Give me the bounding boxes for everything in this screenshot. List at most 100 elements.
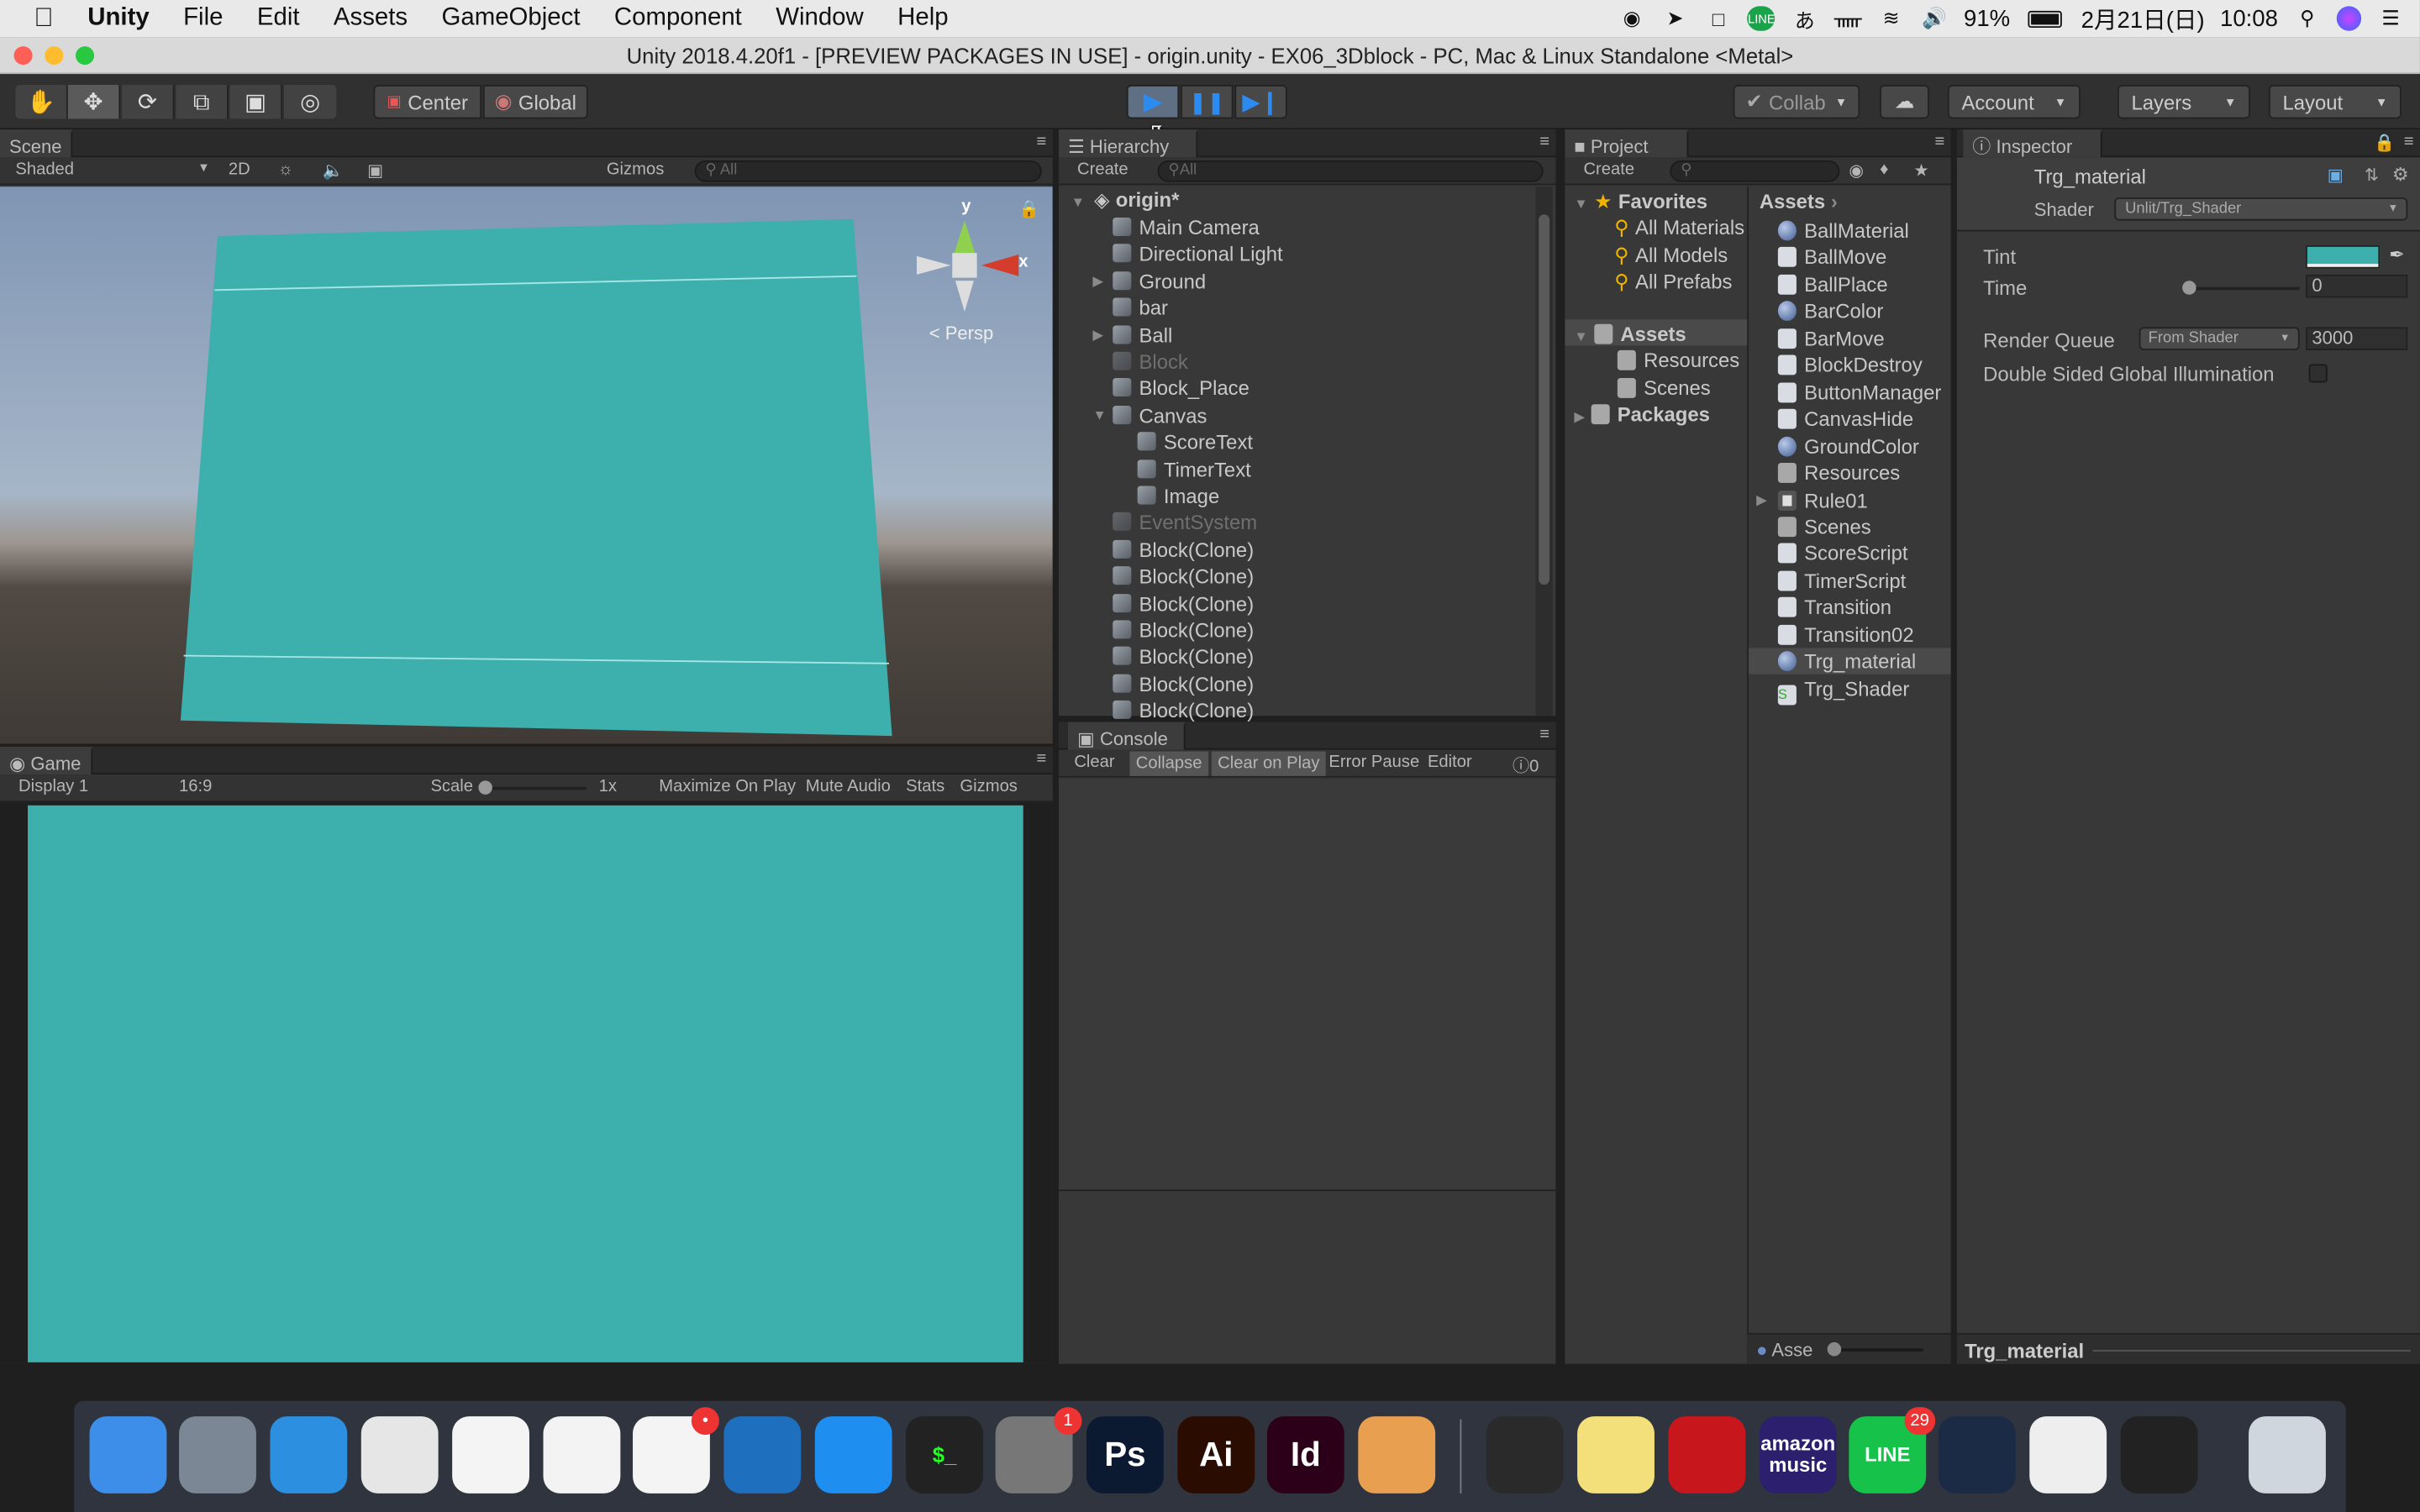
safari-icon[interactable] xyxy=(270,1416,348,1494)
move-tool-icon[interactable]: ✥ xyxy=(67,85,121,119)
scene-root-row[interactable]: ▼ ◈ origin* xyxy=(1071,186,1180,213)
console-editor-dropdown[interactable]: Editor xyxy=(1428,753,1472,771)
console-collapse-toggle[interactable]: Collapse xyxy=(1129,751,1208,776)
hierarchy-item[interactable]: Block(Clone) xyxy=(1113,698,1254,724)
gizmo-center-cube[interactable] xyxy=(952,253,977,278)
search-by-type-icon[interactable]: ◉ xyxy=(1849,160,1864,181)
time-slider[interactable] xyxy=(2182,281,2300,295)
tab-inspector[interactable]: ⓘ Inspector xyxy=(1963,129,2102,158)
hierarchy-item[interactable]: Block(Clone) xyxy=(1113,644,1254,670)
trash-icon[interactable] xyxy=(2249,1416,2326,1494)
menubar-time[interactable]: 10:08 xyxy=(2220,5,2278,31)
scale-slider-thumb[interactable] xyxy=(478,780,492,795)
2d-toggle[interactable]: 2D xyxy=(229,160,250,179)
hierarchy-item[interactable]: Image xyxy=(1137,483,1219,509)
packages-row[interactable]: ▶ Packages xyxy=(1574,402,1709,428)
asset-item[interactable]: S Trg_Shader xyxy=(1777,675,1909,705)
asset-item[interactable]: GroundColor xyxy=(1777,433,1919,459)
play-button[interactable]: ▶ xyxy=(1126,85,1180,119)
hierarchy-scrollbar[interactable] xyxy=(1535,186,1553,717)
asset-item[interactable]: Rule01 xyxy=(1777,486,1868,512)
pivot-global-button[interactable]: ◉ Global xyxy=(482,85,588,119)
collapse-arrow-icon[interactable]: ▶ xyxy=(1574,409,1585,424)
asset-item[interactable]: CanvasHide xyxy=(1777,406,1913,432)
gizmo-x-cone[interactable] xyxy=(981,255,1019,276)
persp-label[interactable]: < Persp xyxy=(929,323,994,344)
maximize-on-play-toggle[interactable]: Maximize On Play xyxy=(659,778,796,796)
project-create-dropdown[interactable]: Create xyxy=(1583,160,1634,179)
tint-color-swatch[interactable] xyxy=(2306,245,2381,269)
hierarchy-search-input[interactable]: ⚲All xyxy=(1157,160,1544,182)
console-clear-button[interactable]: Clear xyxy=(1074,753,1114,771)
photos-icon[interactable] xyxy=(452,1416,529,1494)
asset-item[interactable]: BlockDestroy xyxy=(1777,352,1923,378)
record-status-icon[interactable]: ◉ xyxy=(1618,6,1646,30)
preset-icon[interactable]: ⇅ xyxy=(2365,165,2379,185)
scene-search-input[interactable]: ⚲ All xyxy=(694,160,1042,182)
console-log-area[interactable] xyxy=(1058,779,1556,1190)
pivot-center-button[interactable]: ▣ Center xyxy=(373,85,482,119)
shader-dropdown[interactable]: Unlit/Trg_Shader ▼ xyxy=(2114,197,2408,221)
inspector-preview-header[interactable]: Trg_material xyxy=(1956,1332,2420,1364)
assets-folder-scenes[interactable]: Scenes xyxy=(1617,375,1711,401)
activity-monitor-icon[interactable] xyxy=(1486,1416,1564,1494)
hierarchy-item[interactable]: Main Camera xyxy=(1113,214,1260,240)
lighting-toggle-icon[interactable]: ☼ xyxy=(278,160,294,179)
lock-icon[interactable]: 🔒 xyxy=(2374,133,2395,153)
layers-dropdown[interactable]: Layers ▼ xyxy=(2117,85,2250,119)
window-minimize-icon[interactable] xyxy=(45,46,64,66)
menu-assets[interactable]: Assets xyxy=(317,5,425,33)
rect-tool-icon[interactable]: ▣ xyxy=(229,85,283,119)
launchpad-icon[interactable] xyxy=(179,1416,256,1494)
project-search-input[interactable]: ⚲ xyxy=(1670,160,1840,182)
illustrator-icon[interactable]: Ai xyxy=(1177,1416,1255,1494)
spotlight-search-icon[interactable]: ⚲ xyxy=(2293,6,2321,30)
asset-item[interactable]: ButtonManager xyxy=(1777,379,1941,405)
window-close-icon[interactable] xyxy=(13,46,33,66)
hand-tool-icon[interactable]: ✋ xyxy=(15,85,68,119)
collapse-arrow-icon[interactable]: ▶ xyxy=(1756,486,1767,512)
cookie-app-icon[interactable] xyxy=(1358,1416,1436,1494)
display-dropdown[interactable]: Display 1 xyxy=(18,778,88,796)
gear-icon[interactable]: ⚙ xyxy=(2392,164,2409,186)
gizmo-negy-cone[interactable] xyxy=(955,281,974,312)
help-book-icon[interactable]: ▣ xyxy=(2328,165,2344,185)
hierarchy-item[interactable]: Block xyxy=(1113,349,1188,375)
tab-project[interactable]: ■ Project xyxy=(1565,129,1689,158)
console-info-count[interactable]: ⓘ0 xyxy=(1512,753,1539,777)
menu-component[interactable]: Component xyxy=(597,5,759,33)
bluetooth-icon[interactable]: ᚅ xyxy=(1834,6,1862,30)
scene-gizmos-dropdown[interactable]: Gizmos xyxy=(607,160,664,179)
battery-icon[interactable] xyxy=(2026,6,2066,30)
favorite-star-icon[interactable]: ★ xyxy=(1914,160,1929,181)
tab-game[interactable]: ◉ Game xyxy=(0,746,92,775)
notification-center-icon[interactable]: ☰ xyxy=(2377,6,2405,30)
vscode-icon[interactable] xyxy=(723,1416,802,1494)
favorite-all-materials[interactable]: ⚲ All Materials xyxy=(1614,214,1744,240)
audio-toggle-icon[interactable]: 🔈 xyxy=(323,160,344,181)
game-gizmos-dropdown[interactable]: Gizmos xyxy=(960,778,1017,796)
menu-gameobject[interactable]: GameObject xyxy=(424,5,597,33)
hierarchy-item[interactable]: Block(Clone) xyxy=(1113,564,1254,590)
time-slider-thumb[interactable] xyxy=(2182,281,2196,295)
menu-edit[interactable]: Edit xyxy=(240,5,317,33)
send-status-icon[interactable]: ➤ xyxy=(1661,6,1689,30)
asset-item[interactable]: Resources xyxy=(1777,459,1900,486)
project-breadcrumb[interactable]: Assets › xyxy=(1760,188,1838,214)
chrome-icon[interactable] xyxy=(360,1416,439,1494)
menu-file[interactable]: File xyxy=(166,5,240,33)
music-icon[interactable] xyxy=(543,1416,621,1494)
panel-menu-icon[interactable]: ≡ xyxy=(2404,133,2414,151)
finder-icon[interactable] xyxy=(89,1416,167,1494)
slack-icon[interactable]: • xyxy=(633,1407,719,1494)
panel-menu-icon[interactable]: ≡ xyxy=(1036,133,1046,151)
asset-item[interactable]: TimerScript xyxy=(1777,568,1906,594)
amazon-music-icon[interactable]: amazon music xyxy=(1759,1416,1837,1494)
hierarchy-item[interactable]: Block_Place xyxy=(1113,375,1249,402)
icon-size-slider[interactable] xyxy=(1827,1341,1923,1357)
favorites-row[interactable]: ▼ ★ Favorites xyxy=(1574,188,1707,214)
cloud-button[interactable]: ☁ xyxy=(1880,85,1929,119)
asset-item[interactable]: Scenes xyxy=(1777,514,1871,540)
dsgi-checkbox[interactable] xyxy=(2308,364,2328,383)
aspect-dropdown[interactable]: 16:9 xyxy=(179,778,212,796)
